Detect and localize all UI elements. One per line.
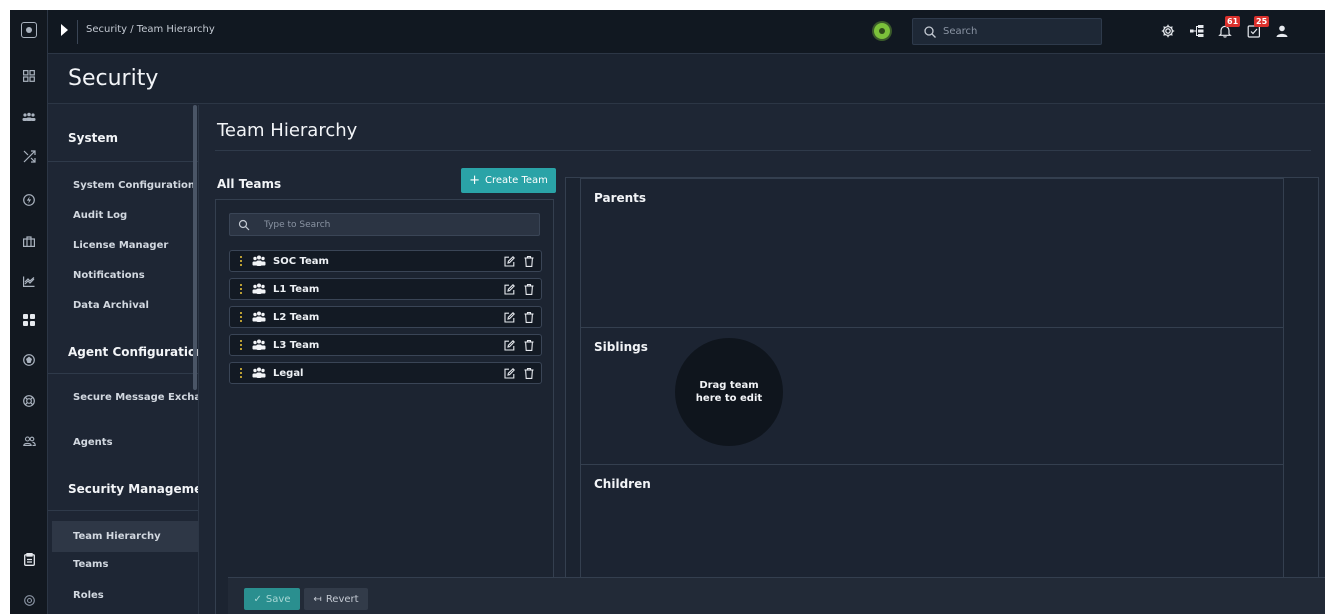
drag-handle-icon[interactable] — [230, 368, 246, 378]
team-row[interactable]: SOC Team — [229, 250, 542, 272]
team-icon — [252, 283, 266, 294]
drag-handle-icon[interactable] — [230, 312, 246, 322]
top-bar: Security / Team Hierarchy 61 25 — [48, 10, 1325, 54]
drop-hint-line2: here to edit — [695, 393, 763, 404]
delete-icon[interactable] — [521, 309, 537, 325]
breadcrumb[interactable]: Security / Team Hierarchy — [86, 24, 215, 35]
settings-icon[interactable] — [1157, 20, 1179, 42]
drop-hint-line1: Drag team — [699, 380, 759, 391]
users-icon[interactable] — [10, 429, 48, 453]
apps-grid-icon[interactable] — [10, 308, 48, 332]
bolt-icon[interactable] — [10, 188, 48, 212]
teams-panel: SOC Team L1 Team L2 Team L3 Team Legal — [215, 199, 554, 614]
revert-button[interactable]: ↤ Revert — [304, 588, 368, 610]
search-icon — [924, 26, 936, 38]
delete-icon[interactable] — [521, 281, 537, 297]
edit-icon[interactable] — [501, 253, 517, 269]
check-icon: ✓ — [253, 593, 262, 605]
team-row[interactable]: L3 Team — [229, 334, 542, 356]
create-team-label: Create Team — [485, 175, 548, 186]
sidebar-section-security-management: Security Management — [68, 482, 217, 496]
icon-rail — [10, 10, 48, 614]
briefcase-icon[interactable] — [10, 229, 48, 253]
page-header: Security — [48, 54, 1325, 104]
team-name: L2 Team — [273, 311, 320, 323]
drag-handle-icon[interactable] — [230, 340, 246, 350]
play-icon[interactable] — [61, 24, 68, 36]
team-search[interactable] — [229, 213, 540, 236]
team-icon — [252, 339, 266, 350]
plus-icon: + — [469, 172, 481, 188]
drop-target[interactable]: Drag team here to edit — [675, 338, 783, 446]
shield-icon[interactable] — [10, 348, 48, 372]
team-row[interactable]: L1 Team — [229, 278, 542, 300]
chart-icon[interactable] — [10, 269, 48, 293]
team-icon — [252, 311, 266, 322]
team-row[interactable]: L2 Team — [229, 306, 542, 328]
app-logo-icon[interactable] — [10, 18, 48, 42]
edit-icon[interactable] — [501, 365, 517, 381]
dashboard-icon[interactable] — [10, 64, 48, 88]
team-row[interactable]: Legal — [229, 362, 542, 384]
lifebuoy-icon[interactable] — [10, 389, 48, 413]
team-name: L1 Team — [273, 283, 320, 295]
edit-icon[interactable] — [501, 337, 517, 353]
status-indicator-icon[interactable] — [874, 23, 890, 39]
sidebar-section-agent-configurations: Agent Configurations — [68, 345, 212, 359]
team-name: L3 Team — [273, 339, 320, 351]
people-group-icon[interactable] — [10, 105, 48, 129]
hierarchy-editor: Parents Siblings Drag team here to edit … — [565, 177, 1319, 614]
team-icon — [252, 367, 266, 378]
breadcrumb-divider — [77, 20, 78, 44]
page-title: Security — [68, 66, 159, 91]
notifications-badge: 61 — [1225, 16, 1241, 27]
app-window: Security / Team Hierarchy 61 25 Security… — [10, 10, 1325, 614]
shuffle-icon[interactable] — [10, 144, 48, 168]
tasks-badge: 25 — [1254, 16, 1270, 27]
delete-icon[interactable] — [521, 337, 537, 353]
action-footer: ✓ Save ↤ Revert — [228, 577, 1325, 614]
save-button[interactable]: ✓ Save — [244, 588, 300, 610]
save-label: Save — [265, 593, 291, 605]
global-search[interactable] — [912, 18, 1102, 45]
drag-handle-icon[interactable] — [230, 256, 246, 266]
hierarchy-icon[interactable] — [1186, 20, 1208, 42]
team-icon — [252, 255, 266, 266]
team-name: Legal — [273, 367, 304, 379]
search-input[interactable] — [943, 19, 1093, 44]
children-label: Children — [594, 477, 651, 491]
sidebar-scrollbar[interactable] — [193, 105, 197, 390]
at-icon[interactable] — [10, 588, 48, 612]
bell-icon[interactable]: 61 — [1214, 16, 1241, 42]
user-icon[interactable] — [1271, 20, 1293, 42]
section-title: Team Hierarchy — [217, 120, 358, 141]
title-divider — [215, 150, 1311, 151]
all-teams-label: All Teams — [217, 177, 282, 191]
siblings-drop-zone[interactable]: Siblings Drag team here to edit — [580, 327, 1284, 465]
parents-label: Parents — [594, 191, 647, 205]
revert-label: Revert — [325, 593, 359, 605]
undo-icon: ↤ — [313, 593, 322, 605]
clipboard-icon[interactable] — [10, 547, 48, 571]
siblings-label: Siblings — [594, 340, 648, 354]
team-name: SOC Team — [273, 255, 329, 267]
sidebar-section-system: System — [68, 131, 118, 145]
create-team-button[interactable]: + Create Team — [461, 168, 556, 193]
search-icon — [238, 219, 250, 231]
main-content: Team Hierarchy All Teams + Create Team S… — [199, 105, 1325, 614]
drag-handle-icon[interactable] — [230, 284, 246, 294]
tasks-icon[interactable]: 25 — [1243, 16, 1270, 42]
delete-icon[interactable] — [521, 365, 537, 381]
team-search-input[interactable] — [264, 214, 534, 235]
delete-icon[interactable] — [521, 253, 537, 269]
edit-icon[interactable] — [501, 281, 517, 297]
edit-icon[interactable] — [501, 309, 517, 325]
parents-drop-zone[interactable]: Parents — [580, 178, 1284, 328]
